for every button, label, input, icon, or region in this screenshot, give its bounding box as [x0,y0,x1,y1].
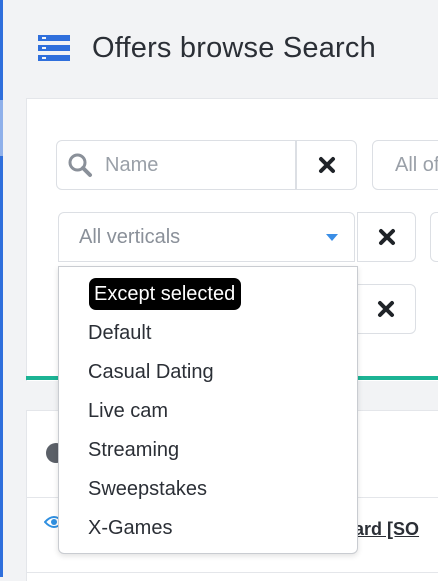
left-nav-active-marker[interactable] [0,100,3,156]
dropdown-option-streaming[interactable]: Streaming [88,437,179,463]
hamburger-menu-icon[interactable] [38,34,70,62]
name-search-input[interactable] [103,152,287,178]
verticals-dropdown-menu: Except selected Default Casual Dating Li… [58,266,358,554]
chevron-down-icon [326,234,338,241]
clear-name-button[interactable] [296,140,357,190]
dropdown-option-default[interactable]: Default [88,320,151,346]
close-icon [377,301,394,317]
dropdown-option-x-games[interactable]: X-Games [88,515,172,541]
offers-select[interactable]: All of [372,140,438,190]
verticals-select[interactable]: All verticals [58,212,355,262]
left-nav-strip [0,0,3,577]
dropdown-option-casual-dating[interactable]: Casual Dating [88,359,214,385]
clear-filter-button[interactable] [355,284,416,334]
verticals-select-value: All verticals [79,225,181,248]
dropdown-option-sweepstakes[interactable]: Sweepstakes [88,476,207,502]
page-title: Offers browse Search [92,31,376,64]
close-icon [318,157,335,173]
dropdown-option-live-cam[interactable]: Live cam [88,398,168,424]
clear-verticals-button[interactable] [357,212,416,262]
next-filter-select[interactable] [430,212,438,262]
dropdown-option-except-selected[interactable]: Except selected [89,278,242,310]
search-icon [68,153,92,177]
page-header: Offers browse Search [38,28,376,68]
divider [26,572,438,573]
close-icon [378,229,395,245]
name-search-field[interactable] [56,140,296,190]
